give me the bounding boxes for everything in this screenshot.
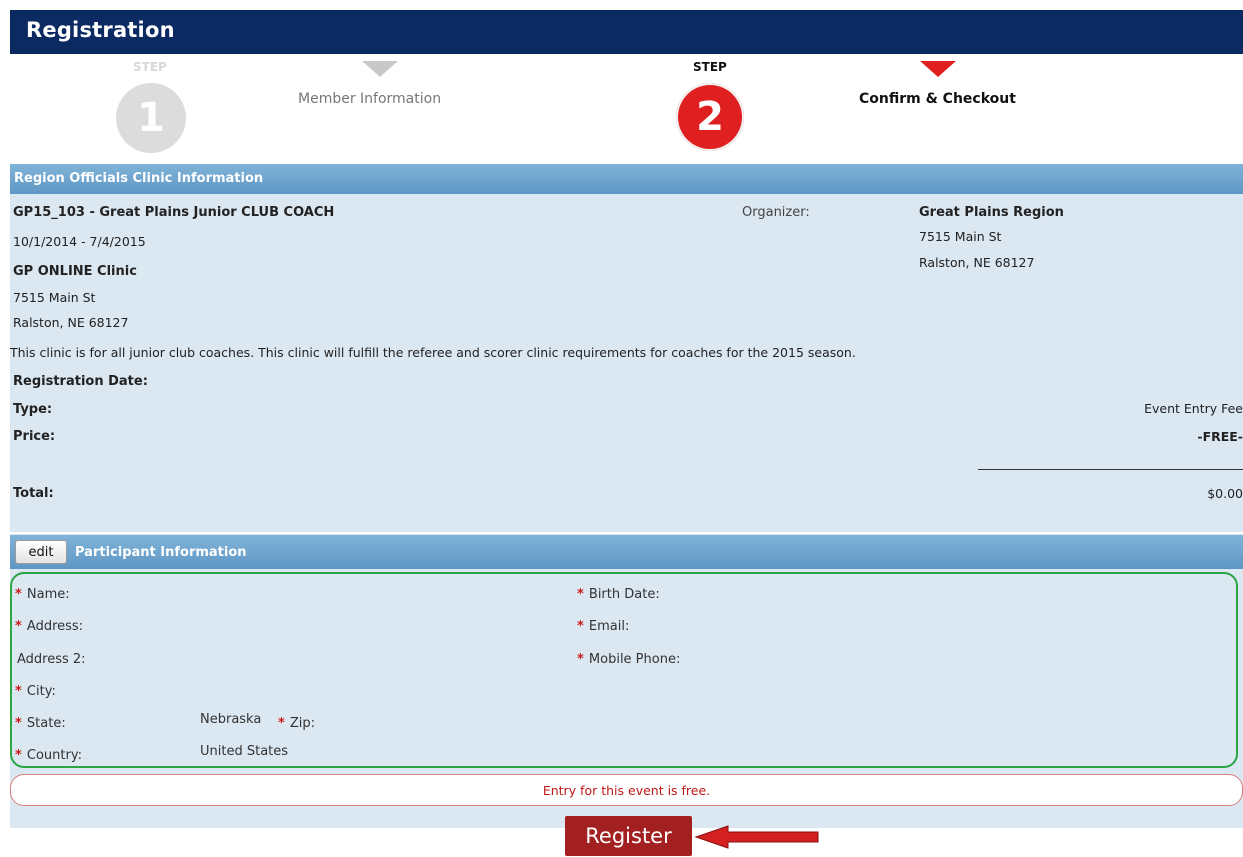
participant-section-bar: Participant Information (10, 535, 1243, 569)
field-country-label: Country: (26, 748, 82, 763)
organizer-label: Organizer: (742, 205, 810, 220)
event-description: This clinic is for all junior club coach… (10, 345, 856, 360)
field-mobile-phone-label: Mobile Phone: (588, 652, 681, 667)
step-2-circle: 2 (676, 83, 744, 151)
required-marker: * (278, 716, 285, 731)
required-marker: * (15, 587, 22, 602)
field-city: * City: (15, 680, 56, 699)
step-1-circle: 1 (116, 83, 186, 153)
total-value: $0.00 (1207, 486, 1243, 501)
page-title: Registration (26, 18, 175, 42)
edit-participant-button[interactable]: edit (15, 540, 67, 564)
venue-city: Ralston, NE 68127 (13, 315, 129, 330)
field-address2-label: Address 2: (17, 652, 86, 667)
field-birth-date-label: Birth Date: (588, 587, 660, 602)
field-zip-label: Zip: (289, 716, 316, 731)
step-1-indicator-icon (362, 61, 398, 77)
free-entry-notice: Entry for this event is free. (10, 774, 1243, 806)
field-address2: Address 2: (17, 648, 86, 667)
event-section-title: Region Officials Clinic Information (14, 171, 264, 186)
field-zip: * Zip: (278, 712, 315, 731)
field-country-value: United States (200, 744, 289, 759)
organizer-city: Ralston, NE 68127 (919, 255, 1035, 270)
field-state-value: Nebraska (200, 712, 262, 727)
field-name: * Name: (15, 583, 70, 602)
field-country: * Country: (15, 744, 82, 763)
field-mobile-phone: * Mobile Phone: (577, 648, 680, 667)
event-name: GP15_103 - Great Plains Junior CLUB COAC… (13, 205, 335, 220)
field-city-label: City: (26, 684, 56, 699)
organizer-name: Great Plains Region (919, 205, 1064, 220)
field-name-label: Name: (26, 587, 70, 602)
registration-date-label: Registration Date: (13, 374, 148, 389)
venue-street: 7515 Main St (13, 290, 96, 305)
step-2-word: STEP (693, 60, 727, 74)
required-marker: * (577, 587, 584, 602)
step-2-label: Confirm & Checkout (859, 91, 1016, 107)
register-button[interactable]: Register (565, 816, 692, 856)
required-marker: * (15, 748, 22, 763)
required-marker: * (15, 684, 22, 699)
price-label: Price: (13, 429, 56, 444)
field-email: * Email: (577, 615, 629, 634)
field-state: * State: (15, 712, 66, 731)
field-address: * Address: (15, 615, 83, 634)
type-label: Type: (13, 402, 53, 417)
required-marker: * (15, 716, 22, 731)
venue-name: GP ONLINE Clinic (13, 264, 137, 279)
field-state-label: State: (26, 716, 66, 731)
total-divider (978, 469, 1243, 470)
step-2-indicator-icon (920, 61, 956, 77)
field-birth-date: * Birth Date: (577, 583, 660, 602)
organizer-street: 7515 Main St (919, 229, 1002, 244)
step-2-number: 2 (696, 94, 724, 140)
page-header (10, 10, 1243, 54)
field-address-label: Address: (26, 619, 84, 634)
participant-section-title: Participant Information (75, 545, 247, 560)
step-1-number: 1 (137, 95, 165, 141)
price-value: -FREE- (1197, 429, 1243, 444)
step-1-label: Member Information (298, 91, 442, 107)
field-email-label: Email: (588, 619, 630, 634)
type-value: Event Entry Fee (1144, 401, 1243, 416)
total-label: Total: (13, 486, 54, 501)
step-1-word: STEP (133, 60, 167, 74)
required-marker: * (577, 619, 584, 634)
arrow-left-icon (694, 825, 819, 849)
required-marker: * (577, 652, 584, 667)
required-marker: * (15, 619, 22, 634)
event-section-bar: Region Officials Clinic Information (10, 164, 1243, 194)
event-dates: 10/1/2014 - 7/4/2015 (13, 234, 146, 249)
